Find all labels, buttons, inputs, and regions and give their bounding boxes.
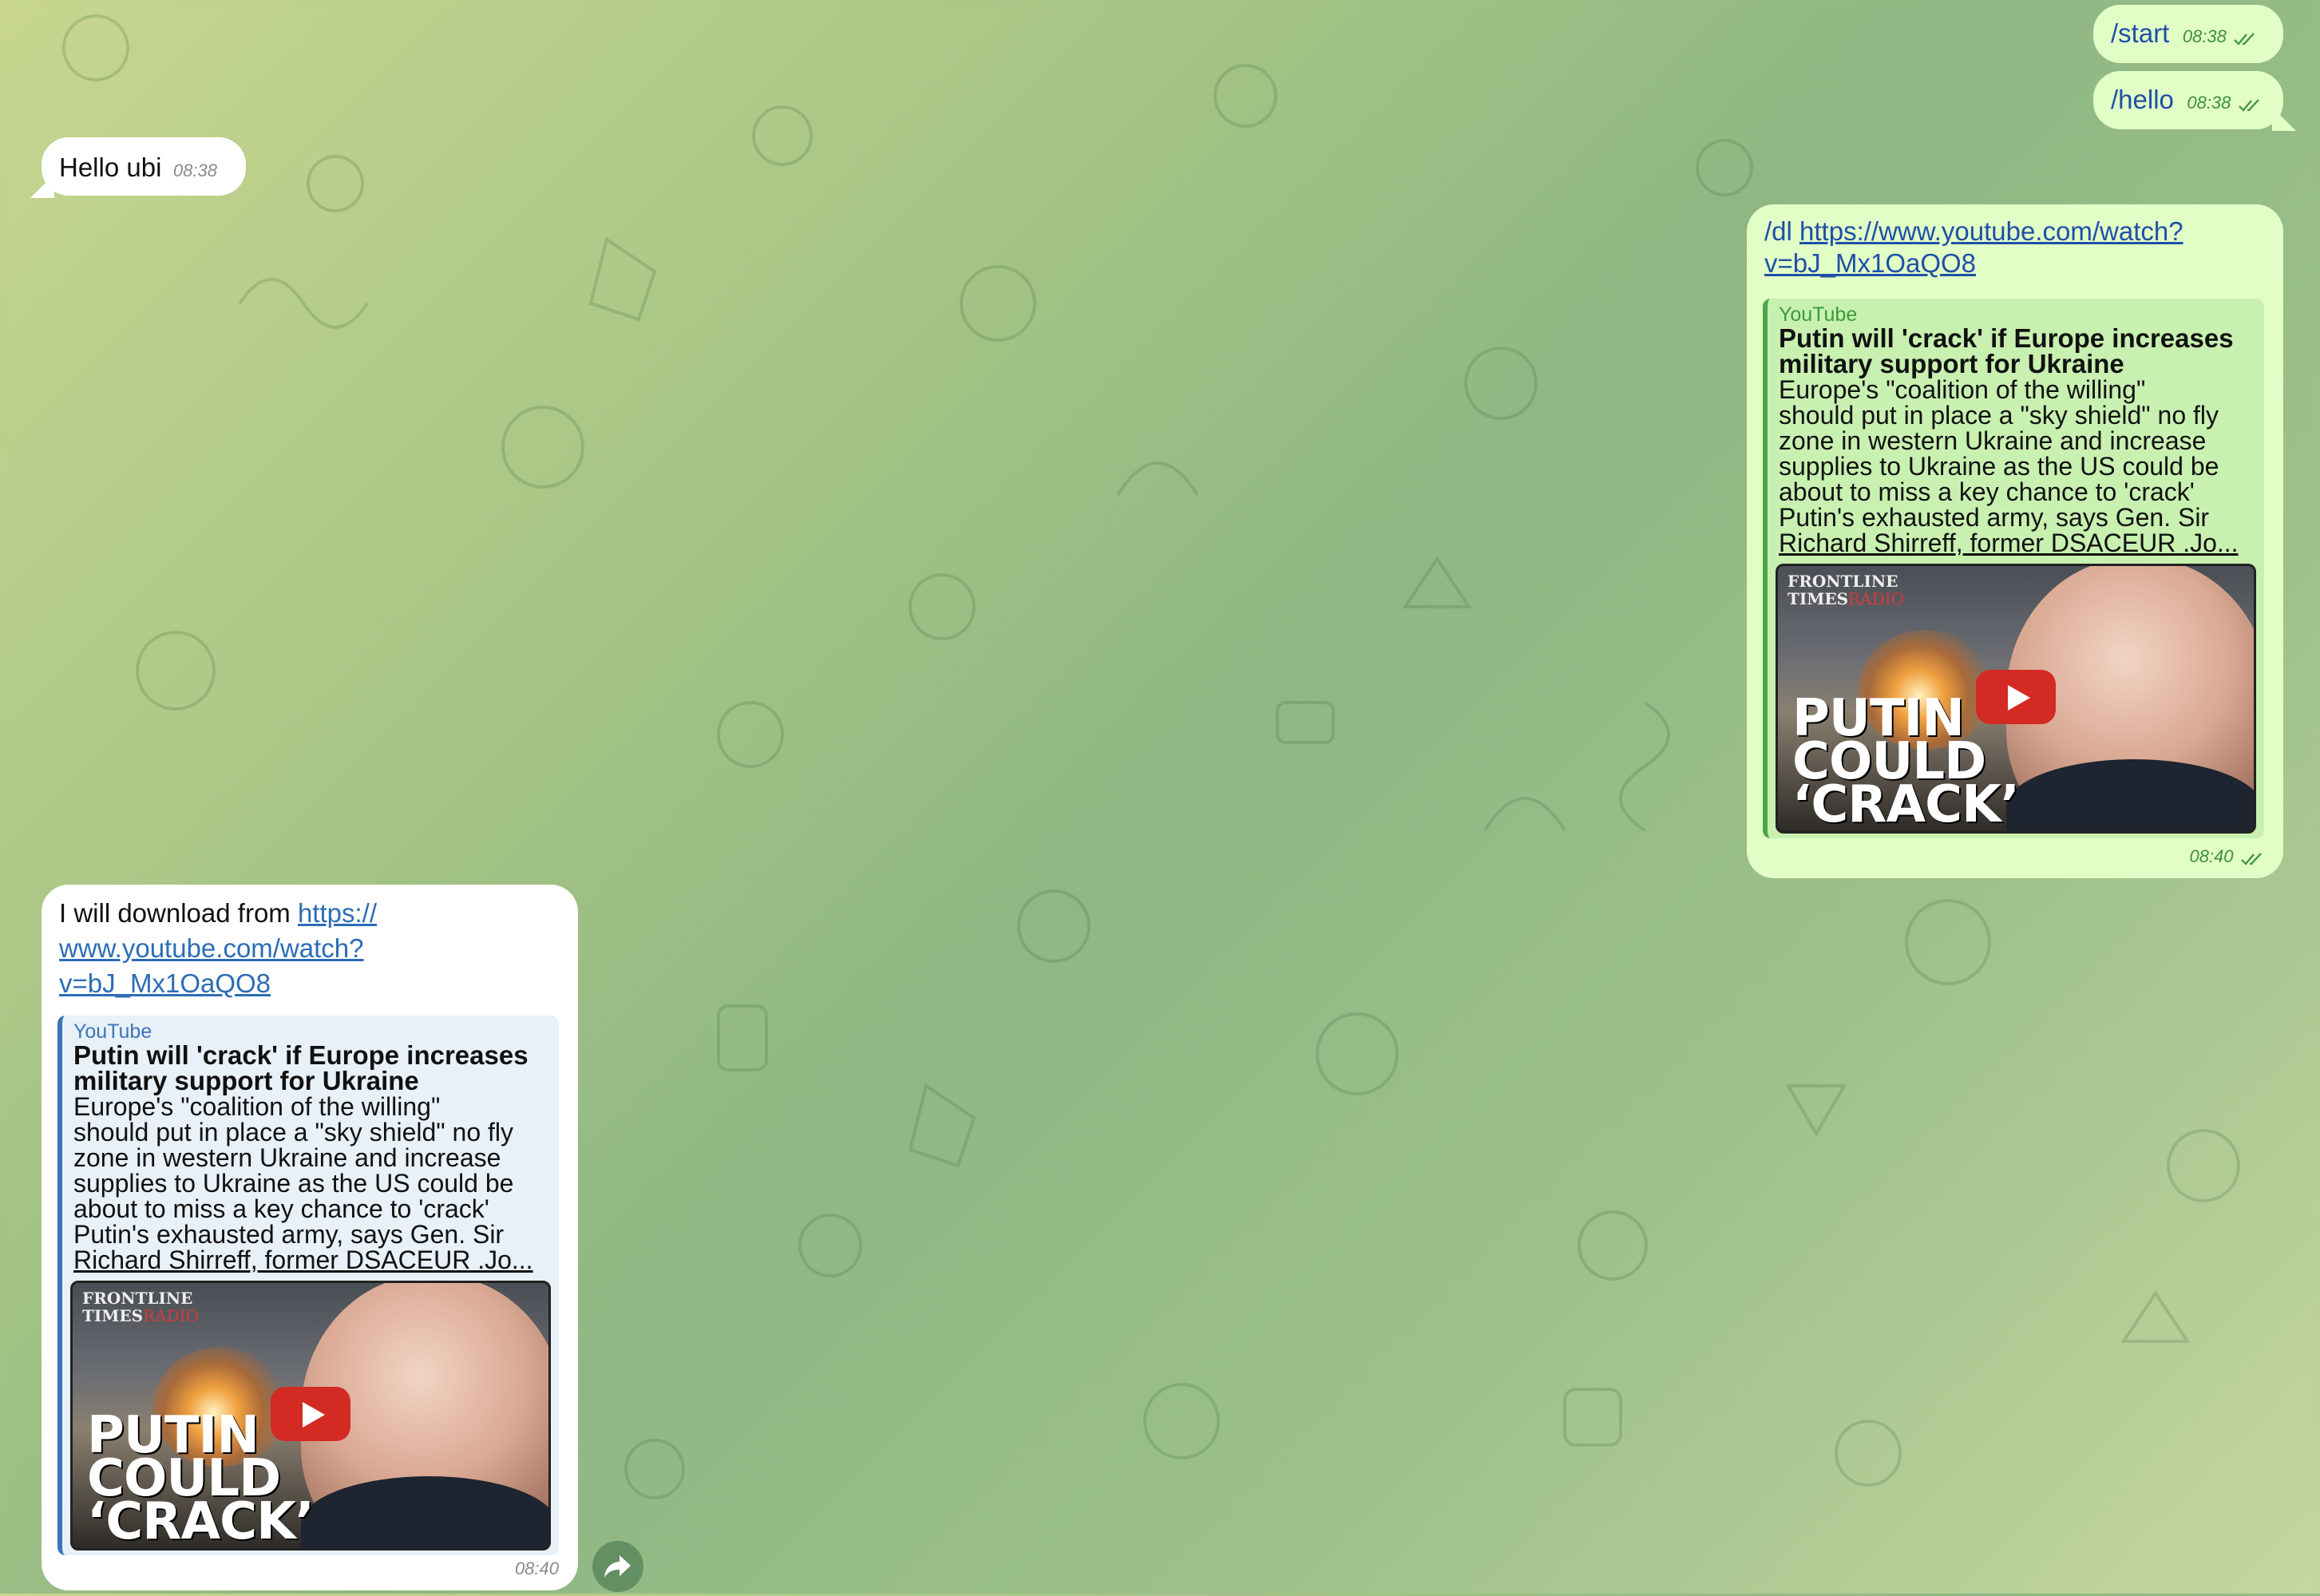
double-check-icon [2239,99,2259,112]
preview-desc-6: Putin's exhausted army, says Gen. Sir [73,1220,505,1249]
message-start[interactable]: /start 08:38 [2093,5,2283,63]
preview-desc-5: about to miss a key chance to 'crack' [1779,477,2195,506]
play-icon[interactable] [271,1387,350,1441]
message-time: 08:38 [172,160,217,180]
command-prefix: /dl [1764,216,1792,246]
preview-desc-4: supplies to Ukraine as the US could be [73,1169,514,1198]
preview-desc-1: Europe's "coalition of the willing" [1779,375,2146,404]
preview-title-2: military support for Ukraine [1779,349,2124,378]
thumbnail-brand: FRONTLINE TIMESRADIO [1788,572,1904,608]
youtube-link-cont-2[interactable]: v=bJ_Mx1OaQO8 [59,968,271,998]
message-text[interactable]: /start [2111,18,2169,48]
youtube-link-cont-1[interactable]: www.youtube.com/watch? [59,933,364,963]
share-button[interactable] [592,1541,643,1592]
preview-desc-5: about to miss a key chance to 'crack' [73,1194,489,1223]
preview-desc-3: zone in western Ukraine and increase [73,1143,501,1172]
bubble-tail [30,174,54,198]
message-dl[interactable]: /dl https://www.youtube.com/watch? v=bJ_… [1747,204,2283,878]
preview-title-1: Putin will 'crack' if Europe increases [1779,323,2234,353]
preview-site-name: YouTube [73,1020,152,1043]
message-hello[interactable]: /hello 08:38 [2093,71,2283,129]
message-text[interactable]: /hello [2111,85,2174,114]
double-check-icon [2234,33,2255,46]
preview-desc-1: Europe's "coalition of the willing" [73,1092,441,1121]
bubble-tail [2272,107,2296,131]
youtube-link[interactable]: https:// [298,898,377,928]
preview-desc-7: Richard Shirreff, former DSACEUR .Jo... [1779,529,2239,557]
message-download[interactable]: I will download from https:// www.youtub… [42,885,578,1590]
message-time: 08:40 [2189,846,2234,866]
share-icon [604,1555,631,1578]
youtube-link[interactable]: https://www.youtube.com/watch? [1799,216,2183,246]
preview-site-name: YouTube [1779,303,1858,326]
video-thumbnail[interactable]: FRONTLINE TIMESRADIO PUTIN COULD ‘CRACK’ [70,1281,551,1550]
message-time: 08:40 [514,1558,559,1578]
link-preview[interactable]: YouTube Putin will 'crack' if Europe inc… [1763,299,2264,838]
preview-desc-4: supplies to Ukraine as the US could be [1779,452,2219,481]
play-icon[interactable] [1976,670,2056,724]
message-text: I will download from [59,898,291,928]
video-thumbnail[interactable]: FRONTLINE TIMESRADIO PUTIN COULD ‘CRACK’ [1776,564,2256,834]
preview-desc-6: Putin's exhausted army, says Gen. Sir [1779,503,2210,532]
message-hello-ubi[interactable]: Hello ubi 08:38 [42,137,246,196]
youtube-link-cont[interactable]: v=bJ_Mx1OaQO8 [1764,248,1976,278]
preview-title-1: Putin will 'crack' if Europe increases [73,1040,529,1070]
message-text: Hello ubi [59,152,162,182]
preview-desc-2: should put in place a "sky shield" no fl… [1779,401,2219,430]
preview-desc-2: should put in place a "sky shield" no fl… [73,1118,514,1147]
thumbnail-brand: FRONTLINE TIMESRADIO [82,1289,199,1325]
double-check-icon [2241,853,2262,865]
link-preview[interactable]: YouTube Putin will 'crack' if Europe inc… [57,1016,559,1555]
message-time: 08:38 [2182,26,2227,46]
preview-desc-3: zone in western Ukraine and increase [1779,426,2207,455]
message-time: 08:38 [2187,93,2231,113]
preview-title-2: military support for Ukraine [73,1066,419,1095]
preview-desc-7: Richard Shirreff, former DSACEUR .Jo... [73,1246,533,1274]
